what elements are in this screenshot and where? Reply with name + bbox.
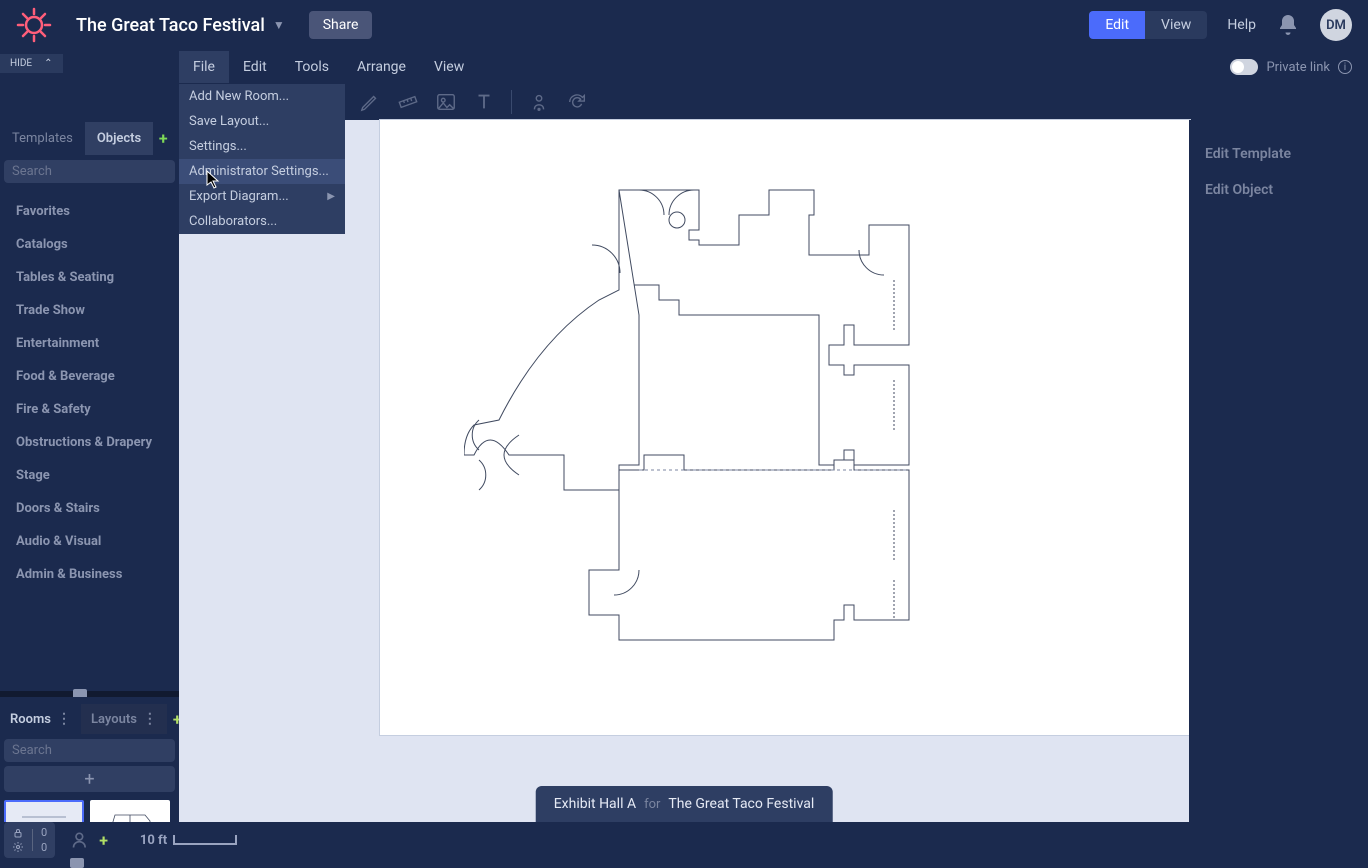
menu-export-label: Export Diagram...	[189, 189, 289, 204]
event-name: The Great Taco Festival	[668, 796, 814, 812]
menu-tools[interactable]: Tools	[281, 51, 343, 83]
private-link-toggle[interactable]	[1230, 59, 1258, 75]
private-link-label: Private link	[1266, 60, 1330, 75]
chevron-up-icon: ⌃	[44, 58, 52, 69]
objects-search-input[interactable]	[12, 164, 178, 179]
share-button[interactable]: Share	[309, 11, 373, 39]
layouts-menu-icon[interactable]: ⋮	[143, 711, 157, 727]
title-dropdown-icon[interactable]: ▼	[273, 18, 285, 32]
add-collaborator-button[interactable]: +	[99, 831, 108, 850]
user-avatar[interactable]: DM	[1320, 9, 1352, 41]
menu-settings[interactable]: Settings...	[179, 134, 345, 159]
project-title[interactable]: The Great Taco Festival	[76, 15, 265, 36]
submenu-arrow-icon: ▶	[327, 191, 335, 202]
menu-bar: File Edit Tools Arrange View Private lin…	[179, 50, 1368, 84]
category-fire-safety[interactable]: Fire & Safety	[4, 393, 175, 426]
thumbnail-scrollbar[interactable]	[0, 860, 179, 864]
file-dropdown-menu: Add New Room... Save Layout... Settings.…	[179, 84, 345, 234]
category-tables-seating[interactable]: Tables & Seating	[4, 261, 175, 294]
category-audio-visual[interactable]: Audio & Visual	[4, 525, 175, 558]
menu-collaborators[interactable]: Collaborators...	[179, 209, 345, 234]
lock-count: 0	[41, 826, 47, 839]
toolbar	[345, 84, 602, 120]
for-label: for	[644, 797, 660, 812]
rooms-menu-icon[interactable]: ⋮	[57, 711, 71, 727]
menu-admin-settings[interactable]: Administrator Settings...	[179, 159, 345, 184]
category-entertainment[interactable]: Entertainment	[4, 327, 175, 360]
menu-view[interactable]: View	[420, 51, 478, 83]
menu-export-diagram[interactable]: Export Diagram... ▶	[179, 184, 345, 209]
tab-templates[interactable]: Templates	[0, 122, 85, 155]
tab-objects[interactable]: Objects	[85, 122, 153, 155]
view-mode-button[interactable]: View	[1145, 11, 1207, 39]
floorplan	[464, 180, 934, 660]
room-name: Exhibit Hall A	[554, 796, 636, 812]
menu-add-new-room[interactable]: Add New Room...	[179, 84, 345, 109]
add-tab-button[interactable]: +	[153, 129, 173, 148]
lock-icon	[12, 827, 24, 839]
category-food-beverage[interactable]: Food & Beverage	[4, 360, 175, 393]
category-obstructions[interactable]: Obstructions & Drapery	[4, 426, 175, 459]
rooms-search-input[interactable]	[12, 743, 178, 758]
help-link[interactable]: Help	[1227, 17, 1256, 33]
category-doors-stairs[interactable]: Doors & Stairs	[4, 492, 175, 525]
gear-icon	[12, 841, 24, 853]
notifications-icon[interactable]	[1276, 13, 1300, 37]
paper	[380, 120, 1190, 735]
add-room-button[interactable]: +	[4, 766, 175, 792]
gear-count: 0	[41, 841, 47, 854]
mode-toggle: Edit View	[1089, 11, 1207, 39]
bottom-bar: 0 0 + 10 ft	[0, 822, 1368, 858]
app-logo[interactable]	[16, 7, 52, 43]
scale-label: 10 ft	[140, 833, 167, 848]
text-tool-icon[interactable]	[473, 91, 495, 113]
sidebar-tabs: Templates Objects +	[0, 120, 179, 156]
objects-search-box	[4, 160, 175, 183]
ruler-tool-icon[interactable]	[397, 91, 419, 113]
category-catalogs[interactable]: Catalogs	[4, 228, 175, 261]
edit-mode-button[interactable]: Edit	[1089, 11, 1145, 39]
tab-layouts[interactable]: Layouts⋮	[81, 704, 167, 734]
left-sidebar: Templates Objects + Favorites Catalogs T…	[0, 120, 179, 858]
info-icon[interactable]: i	[1338, 60, 1352, 74]
menu-file[interactable]: File	[179, 51, 229, 83]
menu-arrange[interactable]: Arrange	[343, 51, 420, 83]
edit-object-link[interactable]: Edit Object	[1205, 172, 1352, 208]
right-sidebar: Edit Template Edit Object	[1189, 120, 1368, 858]
object-categories: Favorites Catalogs Tables & Seating Trad…	[0, 187, 179, 697]
category-scrollbar[interactable]	[0, 691, 179, 697]
hide-label: HIDE	[10, 58, 32, 69]
tab-rooms[interactable]: Rooms⋮	[0, 704, 81, 734]
top-header: The Great Taco Festival ▼ Share Edit Vie…	[0, 0, 1368, 50]
category-admin-business[interactable]: Admin & Business	[4, 558, 175, 591]
pencil-tool-icon[interactable]	[359, 91, 381, 113]
refresh-tool-icon[interactable]	[566, 91, 588, 113]
hide-sidebar-button[interactable]: HIDE ⌃	[0, 54, 63, 73]
edit-template-link[interactable]: Edit Template	[1205, 136, 1352, 172]
lock-status[interactable]: 0 0	[4, 822, 55, 858]
image-tool-icon[interactable]	[435, 91, 457, 113]
rooms-search-box	[4, 739, 175, 762]
category-stage[interactable]: Stage	[4, 459, 175, 492]
category-trade-show[interactable]: Trade Show	[4, 294, 175, 327]
scale-bar	[173, 835, 237, 845]
category-favorites[interactable]: Favorites	[4, 195, 175, 228]
menu-edit[interactable]: Edit	[229, 51, 281, 83]
room-label-pill[interactable]: Exhibit Hall A for The Great Taco Festiv…	[536, 786, 833, 822]
menu-save-layout[interactable]: Save Layout...	[179, 109, 345, 134]
collaborator-icon[interactable]	[71, 830, 91, 850]
person-pin-tool-icon[interactable]	[528, 91, 550, 113]
